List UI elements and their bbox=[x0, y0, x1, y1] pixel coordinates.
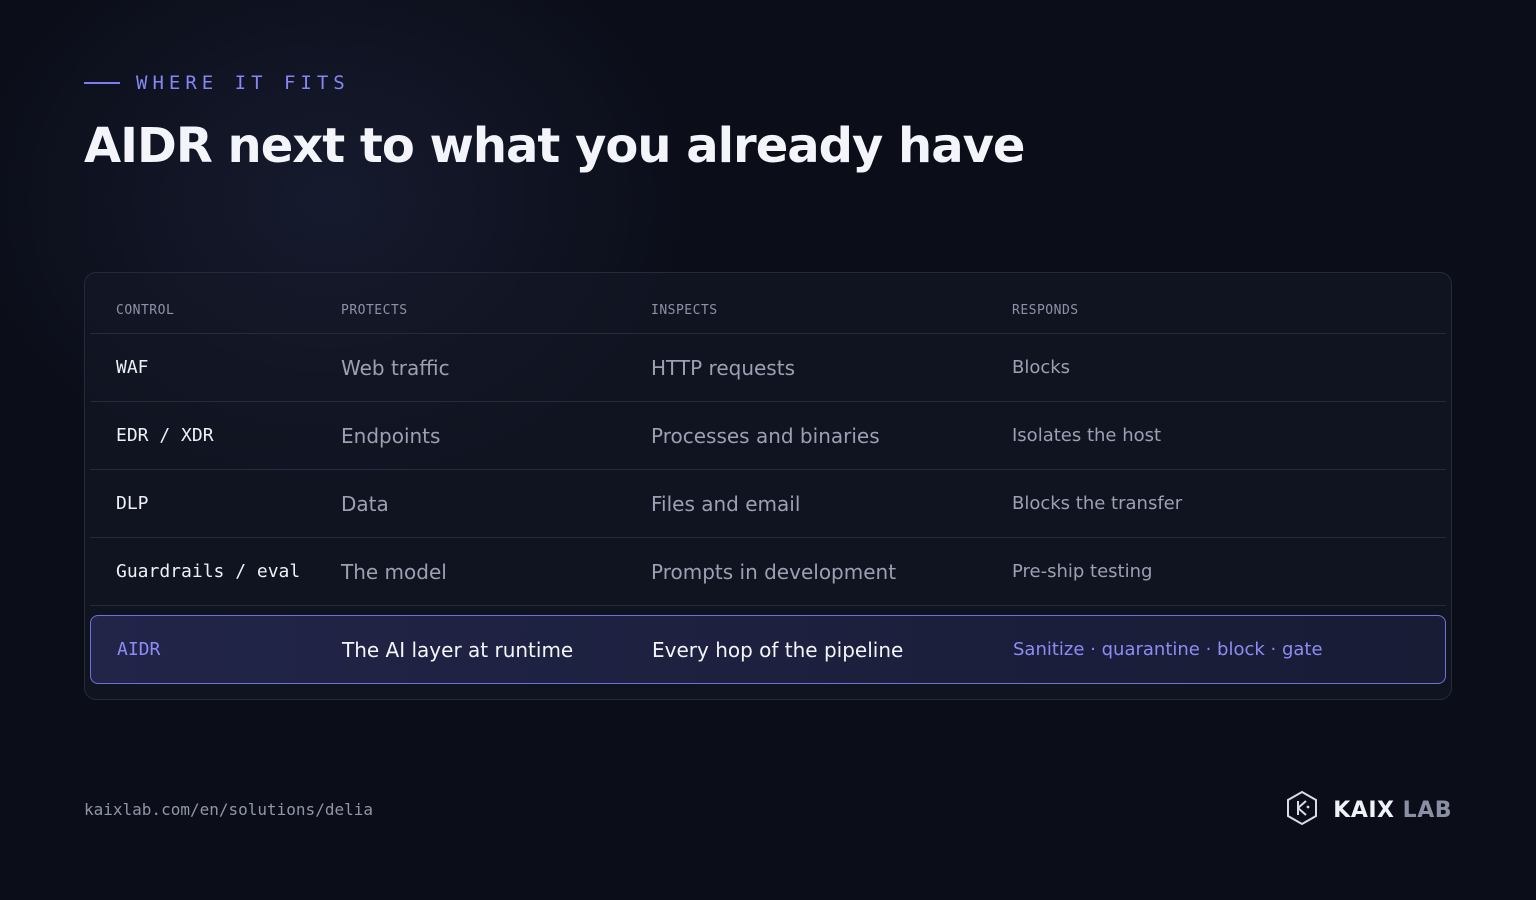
brand-logo[interactable]: KAIX LAB bbox=[1285, 790, 1452, 830]
brand-name: KAIX LAB bbox=[1333, 798, 1452, 823]
eyebrow-rule bbox=[84, 82, 120, 84]
protects-cell: The model bbox=[341, 559, 447, 584]
inspects-cell: HTTP requests bbox=[651, 355, 795, 380]
column-header-inspects: INSPECTS bbox=[651, 302, 718, 318]
table-row: DLP Data Files and email Blocks the tran… bbox=[90, 470, 1446, 538]
column-header-protects: PROTECTS bbox=[341, 302, 408, 318]
control-cell: WAF bbox=[116, 357, 149, 378]
inspects-cell: Processes and binaries bbox=[651, 423, 880, 448]
column-header-responds: RESPONDS bbox=[1012, 302, 1079, 318]
protects-cell: Endpoints bbox=[341, 423, 441, 448]
hexagon-k-icon bbox=[1285, 790, 1319, 830]
control-cell: DLP bbox=[116, 493, 149, 514]
column-header-control: CONTROL bbox=[116, 302, 175, 318]
section-eyebrow: WHERE IT FITS bbox=[84, 72, 350, 94]
protects-cell: Data bbox=[341, 491, 389, 516]
comparison-table: CONTROL PROTECTS INSPECTS RESPONDS WAF W… bbox=[84, 272, 1452, 700]
control-cell: Guardrails / eval bbox=[116, 561, 301, 582]
table-row: EDR / XDR Endpoints Processes and binari… bbox=[90, 402, 1446, 470]
table-row: Guardrails / eval The model Prompts in d… bbox=[90, 538, 1446, 606]
responds-cell: Pre-ship testing bbox=[1012, 561, 1153, 582]
responds-cell: Isolates the host bbox=[1012, 425, 1162, 446]
responds-cell: Blocks the transfer bbox=[1012, 493, 1183, 514]
protects-cell: Web traffic bbox=[341, 355, 450, 380]
eyebrow-label: WHERE IT FITS bbox=[136, 72, 350, 94]
inspects-cell: Every hop of the pipeline bbox=[652, 637, 904, 662]
highlight-row-aidr: AIDR The AI layer at runtime Every hop o… bbox=[90, 615, 1446, 684]
table-row: WAF Web traffic HTTP requests Blocks bbox=[90, 334, 1446, 402]
control-cell: EDR / XDR bbox=[116, 425, 214, 446]
control-cell: AIDR bbox=[117, 639, 161, 660]
page-title: AIDR next to what you already have bbox=[84, 118, 1025, 174]
responds-cell: Sanitize · quarantine · block · gate bbox=[1013, 639, 1323, 660]
inspects-cell: Prompts in development bbox=[651, 559, 897, 584]
footer-url[interactable]: kaixlab.com/en/solutions/delia bbox=[84, 800, 373, 819]
responds-cell: Blocks bbox=[1012, 357, 1071, 378]
brand-secondary: LAB bbox=[1402, 797, 1452, 823]
highlight-row-wrapper: AIDR The AI layer at runtime Every hop o… bbox=[90, 606, 1446, 702]
table-header-row: CONTROL PROTECTS INSPECTS RESPONDS bbox=[90, 273, 1446, 334]
protects-cell: The AI layer at runtime bbox=[342, 637, 574, 662]
inspects-cell: Files and email bbox=[651, 491, 801, 516]
brand-primary: KAIX bbox=[1333, 797, 1395, 823]
